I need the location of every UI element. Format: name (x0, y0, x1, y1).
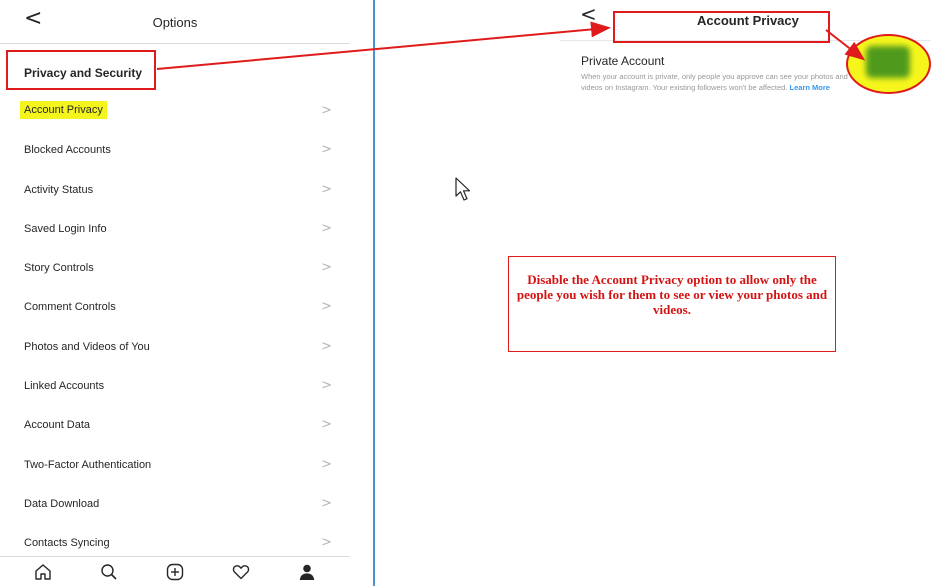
menu-item-label: Photos and Videos of You (24, 340, 150, 353)
menu-item-label: Blocked Accounts (24, 144, 111, 157)
annotation-note: Disable the Account Privacy option to al… (516, 272, 828, 317)
mouse-pointer-icon (455, 177, 473, 208)
chevron-right-icon: > (321, 181, 332, 197)
add-post-icon[interactable] (164, 561, 186, 583)
menu-item-label: Account Privacy (20, 101, 107, 119)
chevron-right-icon: > (321, 456, 332, 472)
bottom-navigation (0, 556, 350, 586)
menu-item-label: Account Data (24, 419, 91, 432)
privacy-menu: Account Privacy > Blocked Accounts > Act… (0, 92, 350, 564)
chevron-right-icon: > (321, 417, 332, 433)
menu-item-label: Contacts Syncing (24, 537, 110, 550)
menu-item-label: Data Download (24, 497, 100, 510)
section-header: Privacy and Security (24, 66, 143, 80)
private-account-toggle[interactable] (866, 46, 910, 78)
account-privacy-title: Account Privacy (697, 13, 799, 28)
chevron-right-icon: > (321, 260, 332, 276)
chevron-right-icon: > (321, 220, 332, 236)
chevron-right-icon: > (321, 299, 332, 315)
home-icon[interactable] (32, 561, 54, 583)
learn-more-link[interactable]: Learn More (790, 83, 830, 92)
menu-item-two-factor-auth[interactable]: Two-Factor Authentication > (0, 446, 350, 485)
private-account-description: When your account is private, only peopl… (581, 71, 853, 93)
menu-item-label: Linked Accounts (24, 380, 105, 393)
chevron-right-icon: > (321, 103, 332, 118)
menu-item-activity-status[interactable]: Activity Status > (0, 171, 350, 210)
back-arrow-icon[interactable]: < (580, 4, 597, 24)
search-icon[interactable] (98, 561, 120, 583)
private-account-label: Private Account (581, 54, 665, 68)
chevron-right-icon: > (321, 535, 332, 551)
chevron-right-icon: > (321, 142, 332, 158)
menu-item-label: Comment Controls (24, 301, 116, 314)
menu-item-photos-videos-of-you[interactable]: Photos and Videos of You > (0, 328, 350, 367)
heart-icon[interactable] (230, 561, 252, 583)
page-title: Options (152, 15, 198, 30)
menu-item-account-data[interactable]: Account Data > (0, 406, 350, 445)
menu-item-blocked-accounts[interactable]: Blocked Accounts > (0, 131, 350, 170)
menu-item-story-controls[interactable]: Story Controls > (0, 249, 350, 288)
menu-item-label: Activity Status (24, 183, 94, 196)
options-screen: < Options Privacy and Security Account P… (0, 0, 375, 586)
chevron-right-icon: > (321, 495, 332, 511)
menu-item-label: Story Controls (24, 262, 94, 275)
profile-icon[interactable] (296, 561, 318, 583)
menu-item-label: Two-Factor Authentication (24, 458, 152, 471)
menu-item-saved-login-info[interactable]: Saved Login Info > (0, 210, 350, 249)
menu-item-data-download[interactable]: Data Download > (0, 485, 350, 524)
menu-item-linked-accounts[interactable]: Linked Accounts > (0, 367, 350, 406)
options-header: < Options (0, 0, 350, 44)
menu-item-comment-controls[interactable]: Comment Controls > (0, 288, 350, 327)
menu-item-account-privacy[interactable]: Account Privacy > (0, 92, 350, 131)
chevron-right-icon: > (321, 338, 332, 354)
menu-item-label: Saved Login Info (24, 222, 107, 235)
chevron-right-icon: > (321, 378, 332, 394)
